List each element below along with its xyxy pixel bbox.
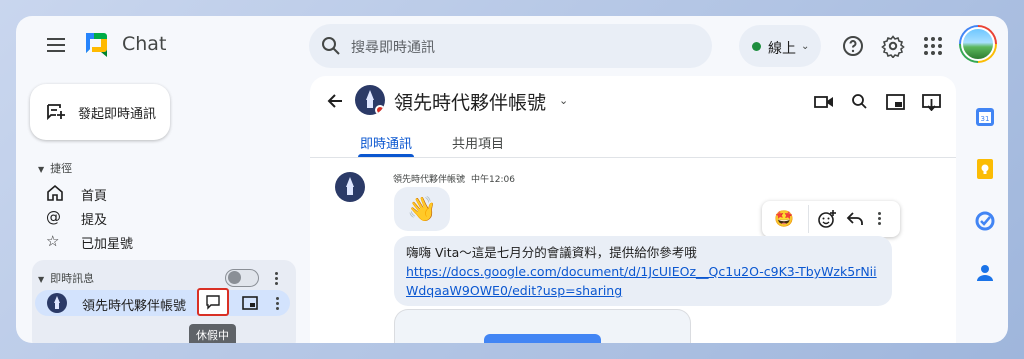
main-menu-icon[interactable] xyxy=(44,34,68,58)
sidebar-item-label: 首頁 xyxy=(81,189,108,204)
direct-messages-section: ▼ 即時訊息 領先時代夥伴帳號 休假中 xyxy=(32,260,296,343)
open-in-window-icon[interactable] xyxy=(922,93,942,111)
avatar xyxy=(47,293,67,313)
sidebar-item-label: 提及 xyxy=(81,213,108,228)
side-panel-rail: 31 xyxy=(964,76,1008,343)
divider xyxy=(808,205,809,233)
vacation-badge xyxy=(375,105,385,115)
chat-panel: 領先時代夥伴帳號 ⌄ 即時通訊 共用項目 領先時代夥伴帳號 中午12:06 👋 … xyxy=(310,76,956,343)
more-vert-icon[interactable] xyxy=(275,272,279,287)
chevron-down-icon[interactable]: ⌄ xyxy=(559,94,568,107)
svg-text:31: 31 xyxy=(981,115,990,123)
help-icon[interactable] xyxy=(841,34,865,58)
back-arrow-icon[interactable] xyxy=(326,92,344,110)
video-call-icon[interactable] xyxy=(814,93,834,111)
status-selector[interactable]: 線上 ⌄ xyxy=(739,25,821,67)
text-message[interactable]: 嗨嗨 Vita～這是七月分的會議資料，提供給你參考哦 https://docs.… xyxy=(394,236,892,306)
new-chat-label: 發起即時通訊 xyxy=(78,107,157,122)
home-icon xyxy=(47,184,63,201)
sidebar-item-label: 已加星號 xyxy=(81,237,134,252)
apps-grid-icon[interactable] xyxy=(921,34,945,58)
sidebar-item-home[interactable]: 首頁 xyxy=(46,182,246,204)
vacation-tooltip: 休假中 xyxy=(189,324,236,343)
dm-header[interactable]: ▼ 即時訊息 xyxy=(38,270,94,286)
more-vert-icon[interactable] xyxy=(276,297,280,312)
search-icon[interactable] xyxy=(850,93,870,111)
star-icon: ☆ xyxy=(46,232,60,250)
emoji-message[interactable]: 👋 xyxy=(394,187,450,231)
at-icon: @ xyxy=(46,208,61,226)
divider xyxy=(310,157,956,158)
sidebar: 發起即時通訊 ▼ 捷徑 首頁 @ 提及 ☆ 已加星號 ▼ 即時訊息 領先時代夥伴… xyxy=(16,76,306,343)
search-input[interactable]: 搜尋即時通訊 xyxy=(351,37,435,57)
chat-title[interactable]: 領先時代夥伴帳號 xyxy=(394,88,546,115)
chat-window: Chat 搜尋即時通訊 線上 ⌄ 發起即時通訊 ▼ 捷徑 首頁 @ 提及 ☆ 已… xyxy=(16,16,1008,343)
search-bar[interactable]: 搜尋即時通訊 xyxy=(309,24,712,68)
message-text: 嗨嗨 Vita～這是七月分的會議資料，提供給你參考哦 xyxy=(406,245,697,260)
status-dot xyxy=(752,42,761,51)
chevron-down-icon: ⌄ xyxy=(801,41,810,52)
sidebar-item-starred[interactable]: ☆ 已加星號 xyxy=(46,230,246,252)
message-time: 中午12:06 xyxy=(471,175,515,185)
message-avatar[interactable] xyxy=(335,172,365,202)
sender-name: 領先時代夥伴帳號 xyxy=(393,175,466,185)
message-actions-bar: 🤩 xyxy=(762,201,900,237)
more-vert-icon[interactable] xyxy=(878,212,882,227)
link-preview-card[interactable] xyxy=(394,309,691,343)
picture-in-picture-icon[interactable] xyxy=(242,296,258,310)
dm-item-name: 領先時代夥伴帳號 xyxy=(82,299,187,314)
message-link[interactable]: https://docs.google.com/document/d/1JcUI… xyxy=(406,262,880,300)
tab-shared[interactable]: 共用項目 xyxy=(452,133,504,152)
app-brand: Chat xyxy=(122,33,167,55)
reply-icon[interactable] xyxy=(845,209,865,229)
top-bar: Chat 搜尋即時通訊 線上 ⌄ xyxy=(16,16,1008,76)
calendar-icon[interactable]: 31 xyxy=(974,106,996,128)
new-chat-icon xyxy=(47,104,65,121)
search-icon xyxy=(322,37,340,55)
message-header: 領先時代夥伴帳號 中午12:06 xyxy=(393,172,515,185)
dm-toggle[interactable] xyxy=(225,269,259,287)
tasks-icon[interactable] xyxy=(974,210,996,232)
chat-avatar xyxy=(355,85,385,115)
speech-bubble-icon xyxy=(206,295,220,310)
shortcuts-header[interactable]: ▼ 捷徑 xyxy=(38,160,72,176)
doc-preview-thumbnail xyxy=(484,334,601,343)
sidebar-item-mentions[interactable]: @ 提及 xyxy=(46,206,246,228)
status-label: 線上 xyxy=(768,41,796,57)
tab-chat[interactable]: 即時通訊 xyxy=(360,133,412,152)
new-chat-button[interactable]: 發起即時通訊 xyxy=(30,84,170,140)
dm-item[interactable]: 領先時代夥伴帳號 xyxy=(35,288,290,316)
quick-reaction-button[interactable]: 🤩 xyxy=(774,209,794,229)
vacation-status-button[interactable] xyxy=(197,288,229,316)
gear-icon[interactable] xyxy=(881,34,905,58)
add-reaction-icon[interactable] xyxy=(817,209,837,229)
chat-logo-icon xyxy=(86,33,107,57)
keep-icon[interactable] xyxy=(974,158,996,180)
contacts-icon[interactable] xyxy=(974,262,996,284)
account-avatar[interactable] xyxy=(959,25,997,63)
picture-in-picture-icon[interactable] xyxy=(886,93,906,111)
